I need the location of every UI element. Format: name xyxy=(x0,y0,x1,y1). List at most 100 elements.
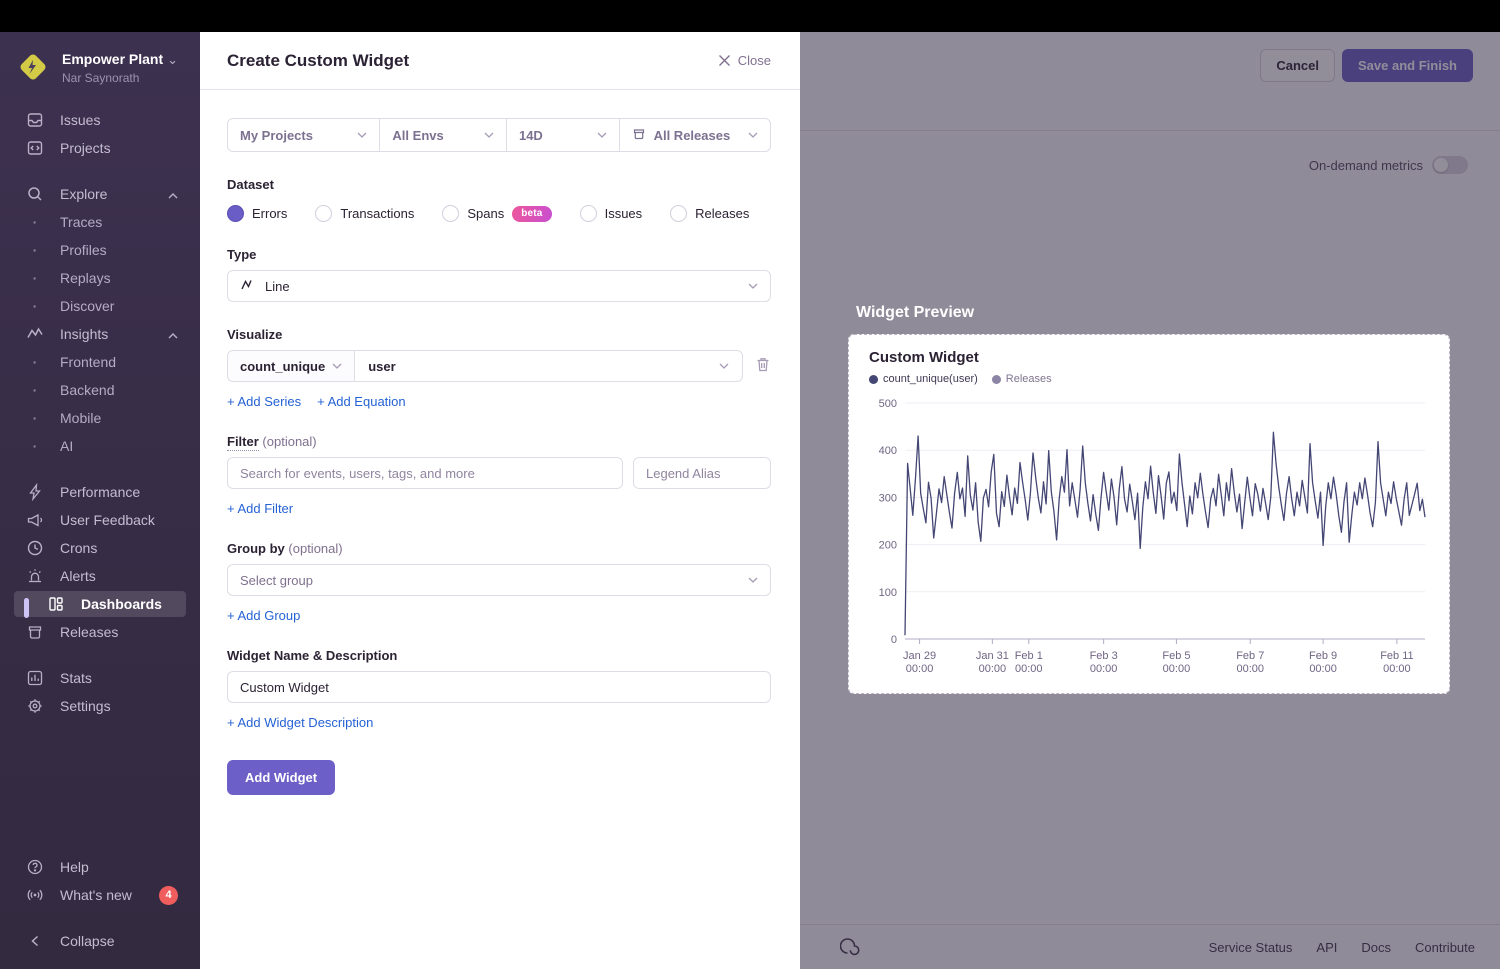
sidebar-item-crons[interactable]: Crons xyxy=(0,534,200,562)
svg-text:00:00: 00:00 xyxy=(1090,663,1118,675)
sidebar-item-backend[interactable]: ·Backend xyxy=(0,376,200,404)
add-description-link[interactable]: + Add Widget Description xyxy=(227,715,373,730)
dataset-option-releases[interactable]: Releases xyxy=(670,205,749,222)
svg-text:200: 200 xyxy=(879,540,897,552)
add-equation-link[interactable]: + Add Equation xyxy=(317,394,406,409)
project-filter-dropdown[interactable]: My Projects xyxy=(228,119,379,151)
modal-title: Create Custom Widget xyxy=(227,51,409,71)
org-user-name: Nar Saynorath xyxy=(62,71,178,86)
dataset-option-spans[interactable]: Spans beta xyxy=(442,205,551,222)
radio-unselected xyxy=(315,205,332,222)
create-widget-modal: Create Custom Widget Close My Projects A… xyxy=(200,32,800,969)
svg-text:00:00: 00:00 xyxy=(1163,663,1191,675)
releases-icon xyxy=(26,623,44,641)
siren-icon xyxy=(26,567,44,585)
dataset-option-errors[interactable]: Errors xyxy=(227,205,287,222)
legend-item-releases[interactable]: Releases xyxy=(992,373,1052,385)
issues-icon xyxy=(26,111,44,129)
sidebar-item-discover[interactable]: ·Discover xyxy=(0,292,200,320)
line-chart-icon xyxy=(240,278,256,295)
chevron-down-icon xyxy=(332,363,342,369)
sidebar-item-user-feedback[interactable]: User Feedback xyxy=(0,506,200,534)
sidebar-item-releases[interactable]: Releases xyxy=(0,618,200,646)
sidebar-item-ai[interactable]: ·AI xyxy=(0,432,200,460)
release-filter-dropdown[interactable]: All Releases xyxy=(619,119,770,151)
svg-text:400: 400 xyxy=(879,445,897,457)
add-widget-button[interactable]: Add Widget xyxy=(227,760,335,795)
svg-text:500: 500 xyxy=(879,398,897,410)
sidebar-item-profiles[interactable]: ·Profiles xyxy=(0,236,200,264)
group-by-select[interactable]: Select group xyxy=(227,564,771,596)
sidebar-item-whats-new[interactable]: What's new 4 xyxy=(0,881,200,909)
chevron-up-icon xyxy=(168,186,178,202)
dataset-option-issues[interactable]: Issues xyxy=(580,205,643,222)
sidebar-item-dashboards[interactable]: Dashboards xyxy=(0,590,200,618)
svg-text:Jan 31: Jan 31 xyxy=(976,650,1009,662)
broadcast-icon xyxy=(26,886,44,904)
environment-filter-dropdown[interactable]: All Envs xyxy=(379,119,506,151)
sidebar-item-issues[interactable]: Issues xyxy=(0,106,200,134)
chevron-down-icon xyxy=(748,283,758,289)
filter-search-input[interactable] xyxy=(227,457,623,489)
whats-new-badge: 4 xyxy=(159,886,178,905)
svg-text:00:00: 00:00 xyxy=(1383,663,1411,675)
widget-preview-title: Widget Preview xyxy=(856,304,1450,322)
widget-preview: Widget Preview Custom Widget count_uniqu… xyxy=(848,304,1450,694)
sidebar-item-traces[interactable]: ·Traces xyxy=(0,208,200,236)
svg-text:Feb 5: Feb 5 xyxy=(1162,650,1190,662)
svg-text:100: 100 xyxy=(879,587,897,599)
close-button[interactable]: Close xyxy=(718,53,771,68)
legend-dot xyxy=(869,375,878,384)
sidebar-item-projects[interactable]: Projects xyxy=(0,134,200,162)
megaphone-icon xyxy=(26,511,44,529)
legend-item-count-unique[interactable]: count_unique(user) xyxy=(869,373,978,385)
sidebar-item-alerts[interactable]: Alerts xyxy=(0,562,200,590)
org-name: Empower Plant xyxy=(62,51,163,67)
column-select[interactable]: user xyxy=(355,351,742,381)
chevron-down-icon xyxy=(748,577,758,583)
sidebar-item-stats[interactable]: Stats xyxy=(0,664,200,692)
sidebar-nav: Issues Projects Explore ·Traces ·Profile… xyxy=(0,106,200,720)
sidebar-item-replays[interactable]: ·Replays xyxy=(0,264,200,292)
active-accent-bar xyxy=(24,598,29,618)
delete-series-button[interactable] xyxy=(755,356,771,376)
widget-name-input[interactable] xyxy=(227,671,771,703)
chart-legend: count_unique(user) Releases xyxy=(869,373,1429,385)
sidebar-item-performance[interactable]: Performance xyxy=(0,478,200,506)
close-icon xyxy=(718,54,731,67)
beta-badge: beta xyxy=(512,206,551,222)
sidebar-item-frontend[interactable]: ·Frontend xyxy=(0,348,200,376)
add-series-link[interactable]: + Add Series xyxy=(227,394,301,409)
add-group-link[interactable]: + Add Group xyxy=(227,608,300,623)
dataset-label: Dataset xyxy=(227,177,771,192)
group-by-optional-label: (optional) xyxy=(288,541,342,556)
legend-alias-input[interactable] xyxy=(633,457,771,489)
sidebar-item-insights[interactable]: Insights xyxy=(0,320,200,348)
chevron-down-icon xyxy=(748,132,758,138)
svg-text:0: 0 xyxy=(891,634,897,646)
sidebar-item-settings[interactable]: Settings xyxy=(0,692,200,720)
legend-dot xyxy=(992,375,1001,384)
chevron-up-icon xyxy=(168,326,178,342)
trash-icon xyxy=(755,356,771,373)
preview-chart-title: Custom Widget xyxy=(869,349,1429,366)
radio-selected xyxy=(227,205,244,222)
date-range-dropdown[interactable]: 14D xyxy=(506,119,619,151)
org-switcher[interactable]: Empower Plant⌄ Nar Saynorath xyxy=(0,32,200,96)
aggregate-select[interactable]: count_unique xyxy=(228,351,355,381)
dataset-option-transactions[interactable]: Transactions xyxy=(315,205,414,222)
sidebar-item-mobile[interactable]: ·Mobile xyxy=(0,404,200,432)
org-logo-icon xyxy=(16,50,50,84)
svg-text:00:00: 00:00 xyxy=(906,663,934,675)
bar-chart-icon xyxy=(26,669,44,687)
chart-type-select[interactable]: Line xyxy=(227,270,771,302)
visualize-label: Visualize xyxy=(227,327,771,342)
sidebar-item-explore[interactable]: Explore xyxy=(0,180,200,208)
sidebar-item-help[interactable]: Help xyxy=(0,853,200,881)
line-chart: 0100200300400500Jan 2900:00Jan 3100:00Fe… xyxy=(869,391,1431,683)
svg-text:00:00: 00:00 xyxy=(1237,663,1265,675)
gear-icon xyxy=(26,697,44,715)
sidebar-collapse-button[interactable]: Collapse xyxy=(0,927,200,955)
top-black-bar xyxy=(0,0,1500,32)
add-filter-link[interactable]: + Add Filter xyxy=(227,501,293,516)
